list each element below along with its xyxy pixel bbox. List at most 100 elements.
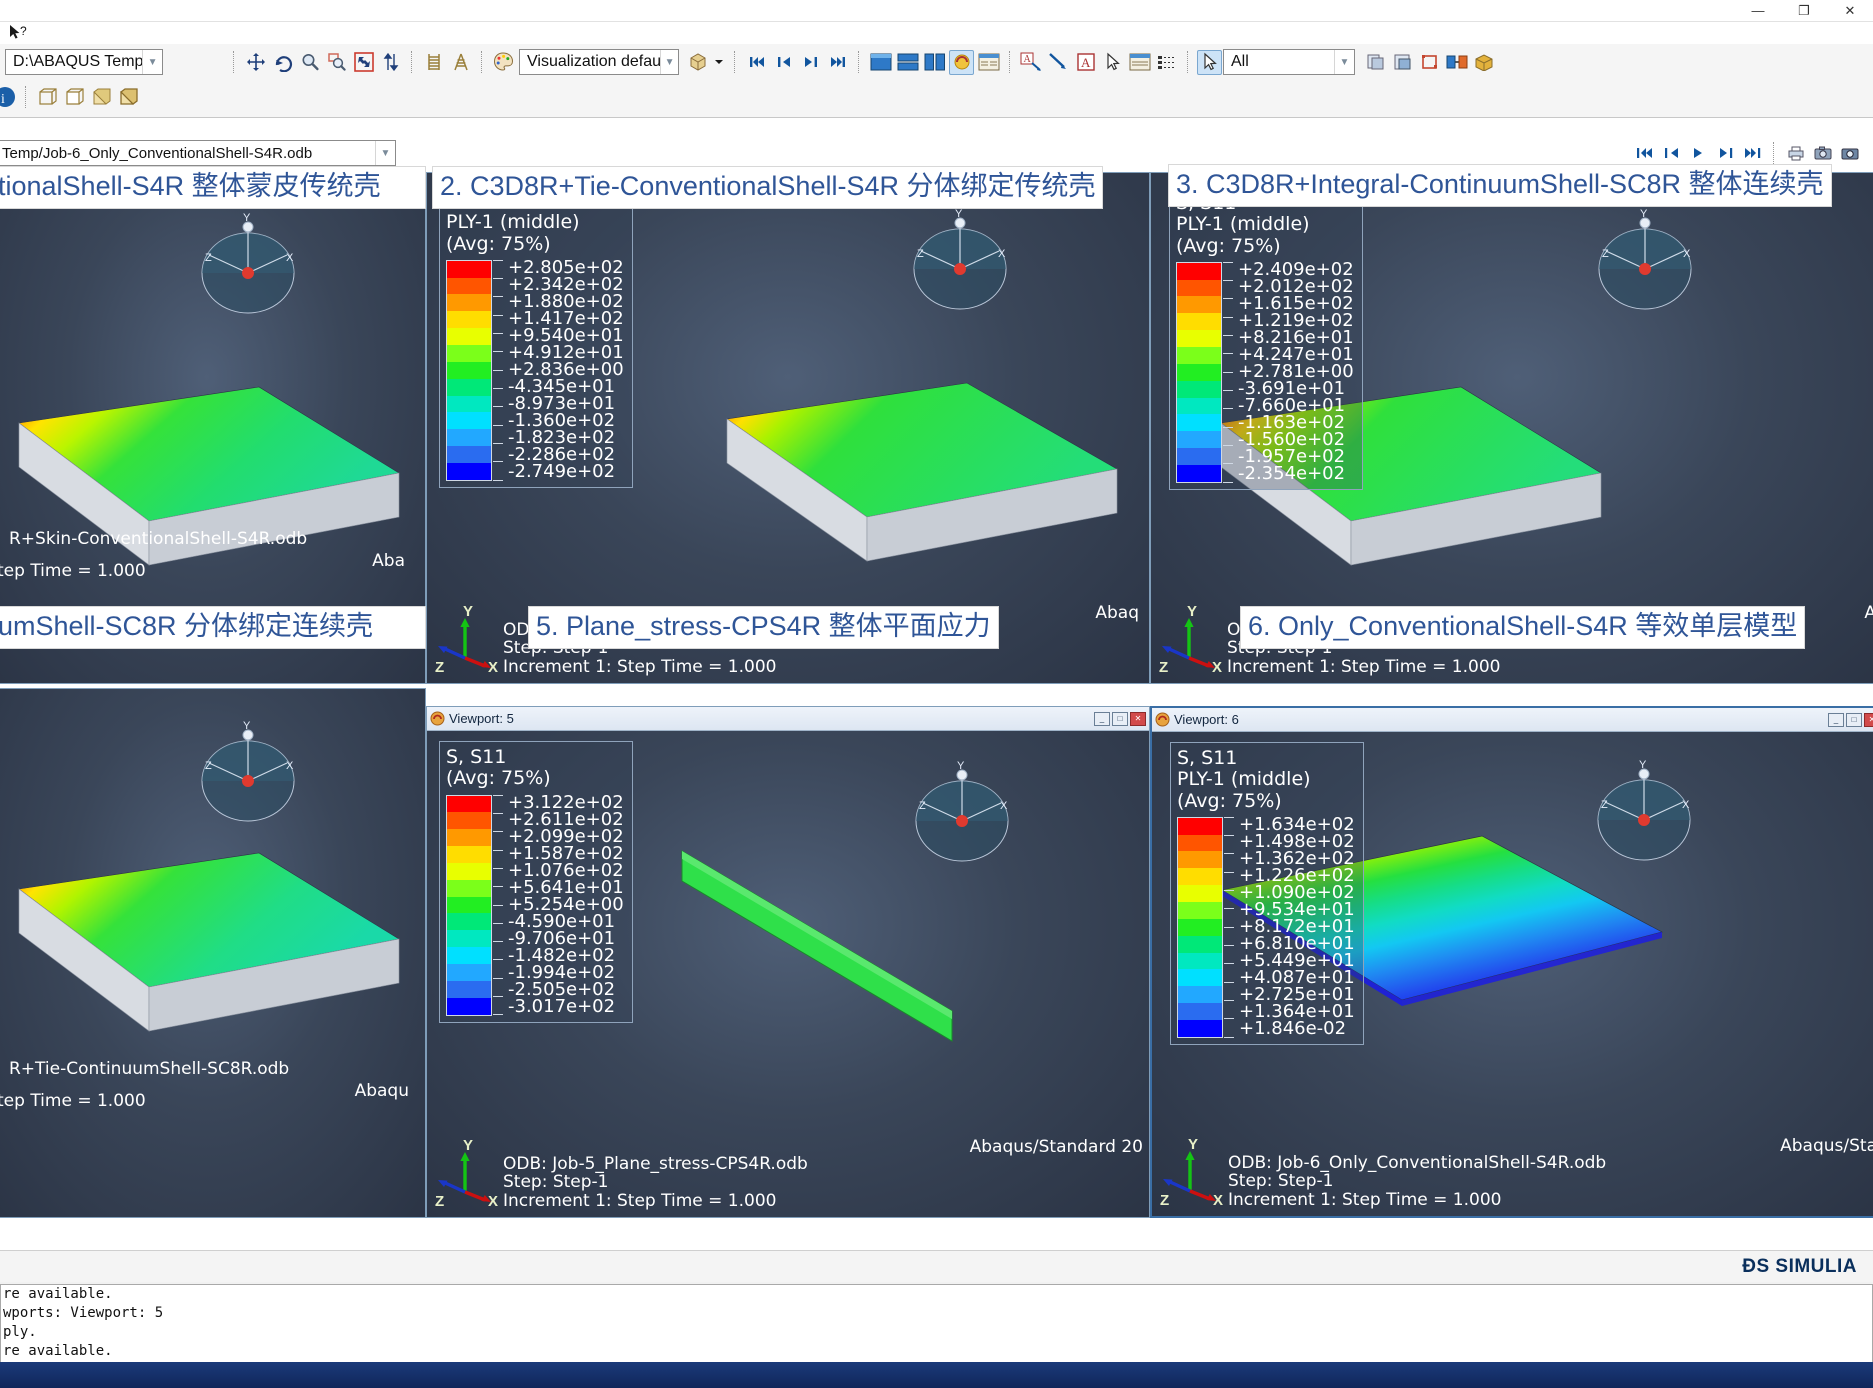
pan-icon[interactable] bbox=[243, 50, 268, 75]
cycle-views-icon[interactable] bbox=[378, 50, 403, 75]
camera-icon[interactable] bbox=[1810, 141, 1835, 166]
shaded-cube-icon-2[interactable] bbox=[89, 85, 114, 110]
next-frame-icon[interactable] bbox=[1713, 141, 1738, 166]
help-pointer-icon[interactable]: ? bbox=[8, 24, 30, 42]
arrow-icon[interactable] bbox=[1046, 50, 1071, 75]
chevron-down-icon[interactable]: ▼ bbox=[375, 141, 395, 165]
zoom-in-icon[interactable] bbox=[297, 50, 322, 75]
selection-arrow-icon[interactable] bbox=[1197, 49, 1222, 75]
legend-tick bbox=[493, 424, 503, 426]
maximize-button[interactable]: ❐ bbox=[1781, 0, 1827, 21]
viewport-maximize-button[interactable]: □ bbox=[1112, 711, 1128, 726]
last-frame-icon[interactable] bbox=[825, 50, 850, 75]
previous-frame-icon[interactable] bbox=[771, 50, 796, 75]
compare-icon[interactable] bbox=[1444, 50, 1469, 75]
print-icon[interactable] bbox=[1783, 141, 1808, 166]
odb-path-select[interactable]: Temp/Job-6_Only_ConventionalShell-S4R.od… bbox=[0, 140, 396, 166]
toolbar-separator-5 bbox=[858, 51, 860, 73]
viewport-6[interactable]: Viewport: 6 _ □ ✕ bbox=[1150, 706, 1873, 1218]
crop-icon[interactable] bbox=[1417, 50, 1442, 75]
shaded-cube-icon[interactable] bbox=[685, 50, 710, 75]
paste-icon[interactable] bbox=[1390, 50, 1415, 75]
work-directory-select[interactable]: D:\ABAQUS Temp ▼ bbox=[5, 49, 163, 75]
view-orientation-triad[interactable]: X Y Z bbox=[1585, 750, 1703, 875]
caption-2[interactable]: 2. C3D8R+Tie-ConventionalShell-S4R 分体绑定传… bbox=[432, 166, 1104, 210]
viewport-4-product: Abaqu bbox=[354, 1081, 409, 1101]
view-orientation-triad[interactable]: X Y Z bbox=[189, 711, 307, 836]
split-vertical-icon[interactable] bbox=[922, 50, 947, 75]
legend-swatch bbox=[447, 361, 491, 379]
next-frame-icon[interactable] bbox=[798, 50, 823, 75]
message-log[interactable]: re available. wports: Viewport: 5 ply. re a… bbox=[0, 1284, 1873, 1364]
zoom-box-icon[interactable] bbox=[324, 50, 349, 75]
caption-5[interactable]: 5. Plane_stress-CPS4R 整体平面应力 bbox=[528, 606, 999, 650]
first-frame-icon[interactable] bbox=[1632, 141, 1657, 166]
play-icon[interactable] bbox=[1686, 141, 1711, 166]
contour-ladder-icon[interactable] bbox=[421, 50, 446, 75]
svg-text:X: X bbox=[1682, 799, 1690, 811]
legend-swatch bbox=[447, 412, 491, 430]
text-icon[interactable]: A bbox=[1073, 50, 1098, 75]
tile-viewports-icon[interactable] bbox=[949, 49, 974, 75]
legend-tick bbox=[1223, 371, 1233, 373]
chevron-down-icon[interactable] bbox=[712, 50, 726, 75]
table-icon[interactable] bbox=[1127, 50, 1152, 75]
odb-line: R+Tie-ContinuumShell-SC8R.odb bbox=[9, 1059, 290, 1079]
viewport-4[interactable]: X Y Z R+Tie-ContinuumShell-SC8R.odb tep … bbox=[0, 688, 426, 1218]
fit-all-icon[interactable] bbox=[351, 50, 376, 75]
view-orientation-triad[interactable]: X Y Z bbox=[1586, 199, 1704, 324]
minimize-button[interactable]: — bbox=[1735, 0, 1781, 21]
single-viewport-icon[interactable] bbox=[868, 50, 893, 75]
rotate-icon[interactable] bbox=[270, 50, 295, 75]
color-palette-icon[interactable] bbox=[491, 50, 516, 75]
selection-scope-select[interactable]: All ▼ bbox=[1223, 49, 1355, 75]
caption-6[interactable]: 6. Only_ConventionalShell-S4R 等效单层模型 bbox=[1240, 606, 1806, 650]
caption-4[interactable]: umShell-SC8R 分体绑定连续壳 bbox=[0, 606, 426, 650]
viewport-6-canvas[interactable]: S, S11 PLY-1 (middle) (Avg: 75%) +1.634e… bbox=[1152, 732, 1873, 1216]
caption-3[interactable]: 3. C3D8R+Integral-ContinuumShell-SC8R 整体… bbox=[1168, 164, 1832, 208]
viewport-minimize-button[interactable]: _ bbox=[1828, 712, 1844, 727]
viewport-5-canvas[interactable]: S, S11 (Avg: 75%) +3.122e+02 +2.611e+02 +2… bbox=[427, 731, 1149, 1217]
svg-text:Y: Y bbox=[463, 603, 473, 620]
select-arrow-icon[interactable] bbox=[1100, 50, 1125, 75]
split-horizontal-icon[interactable] bbox=[895, 50, 920, 75]
package-icon[interactable] bbox=[1471, 50, 1496, 75]
viewport-minimize-button[interactable]: _ bbox=[1094, 711, 1110, 726]
viewport-close-button[interactable]: ✕ bbox=[1130, 711, 1146, 726]
caption-1[interactable]: tionalShell-S4R 整体蒙皮传统壳 bbox=[0, 166, 426, 210]
viewport-close-button[interactable]: ✕ bbox=[1864, 712, 1873, 727]
chevron-down-icon[interactable]: ▼ bbox=[660, 50, 678, 74]
wireframe-cube-icon[interactable] bbox=[35, 85, 60, 110]
view-orientation-triad[interactable]: X Y Z bbox=[903, 751, 1021, 876]
chevron-down-icon[interactable]: ▼ bbox=[1334, 50, 1354, 74]
chevron-down-icon[interactable]: ▼ bbox=[142, 50, 162, 74]
visualization-defaults-select[interactable]: Visualization defaults ▼ bbox=[519, 49, 679, 75]
close-button[interactable]: ✕ bbox=[1827, 0, 1873, 21]
last-frame-icon[interactable] bbox=[1740, 141, 1765, 166]
taskbar[interactable] bbox=[0, 1362, 1873, 1388]
snapshot-icon[interactable] bbox=[1837, 141, 1862, 166]
view-orientation-triad[interactable]: X Y Z bbox=[901, 199, 1019, 324]
shaded-edges-cube-icon[interactable] bbox=[116, 85, 141, 110]
viewport-maximize-button[interactable]: □ bbox=[1846, 712, 1862, 727]
legend-ticks bbox=[492, 259, 506, 481]
copy-icon[interactable] bbox=[1363, 50, 1388, 75]
list-icon[interactable] bbox=[1154, 50, 1179, 75]
previous-frame-icon[interactable] bbox=[1659, 141, 1684, 166]
legend-tick bbox=[493, 812, 503, 814]
legend-tick bbox=[1223, 408, 1233, 410]
hidden-cube-icon[interactable] bbox=[62, 85, 87, 110]
legend-swatch bbox=[447, 395, 491, 413]
contour-ladder-2-icon[interactable] bbox=[448, 50, 473, 75]
report-icon[interactable] bbox=[976, 50, 1001, 75]
first-frame-icon[interactable] bbox=[744, 50, 769, 75]
annotate-text-icon[interactable]: A bbox=[1019, 50, 1044, 75]
viewport-6-title-bar[interactable]: Viewport: 6 _ □ ✕ bbox=[1152, 708, 1873, 732]
legend-tick bbox=[1223, 335, 1233, 337]
legend-swatch bbox=[447, 846, 491, 863]
viewport-5[interactable]: Viewport: 5 _ □ ✕ S, S11 (Avg: 75%) +3.1… bbox=[426, 706, 1150, 1218]
view-orientation-triad[interactable]: X Y Z bbox=[189, 203, 307, 328]
legend-tick bbox=[493, 996, 503, 998]
viewport-5-title-bar[interactable]: Viewport: 5 _ □ ✕ bbox=[427, 707, 1149, 731]
viewport-4-canvas[interactable]: X Y Z R+Tie-ContinuumShell-SC8R.odb tep … bbox=[0, 689, 425, 1217]
